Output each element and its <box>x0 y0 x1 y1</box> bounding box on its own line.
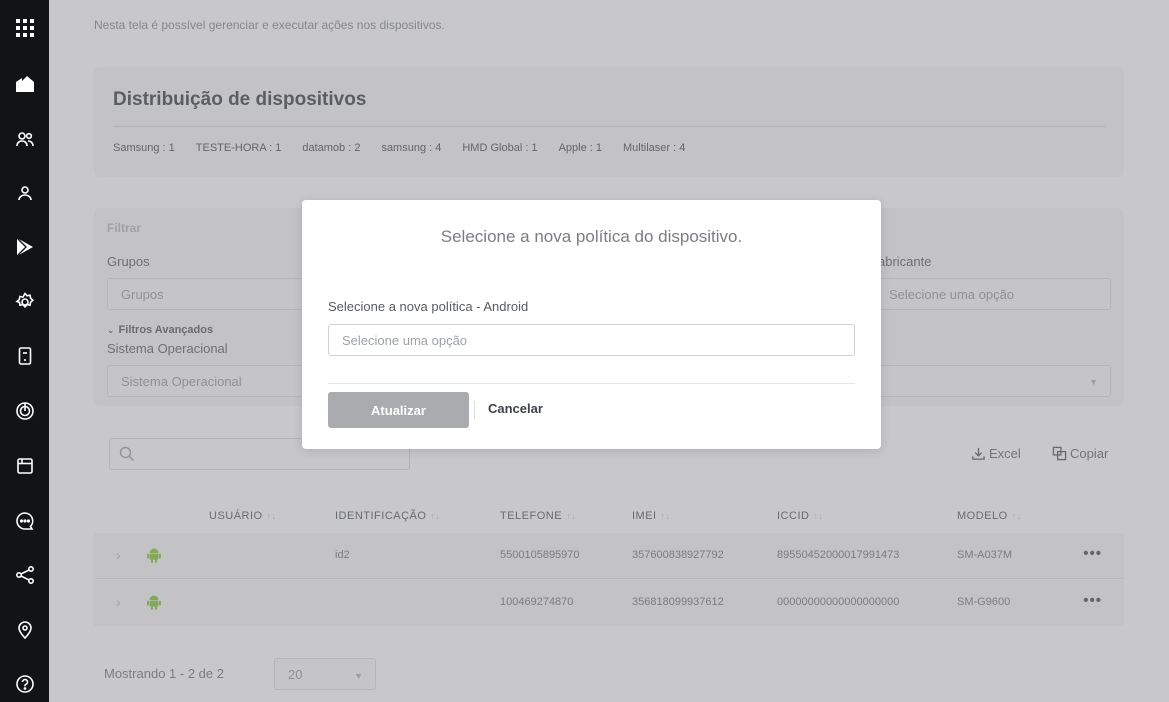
user-icon[interactable] <box>0 178 49 208</box>
calendar-icon[interactable] <box>0 451 49 481</box>
sidebar <box>0 0 49 702</box>
modal-title: Selecione a nova política do dispositivo… <box>440 227 743 246</box>
update-button[interactable]: Atualizar <box>328 392 469 428</box>
map-pin-icon[interactable] <box>0 615 49 645</box>
help-icon[interactable] <box>0 669 49 699</box>
policy-modal: Selecione a nova política do dispositivo… <box>302 200 881 449</box>
chat-icon[interactable] <box>0 506 49 536</box>
policy-select[interactable]: Selecione uma opção <box>328 324 855 356</box>
settings-icon[interactable] <box>0 287 49 317</box>
location-target-icon[interactable] <box>0 396 49 426</box>
policy-select-label: Selecione a nova política - Android <box>328 299 529 314</box>
share-icon[interactable] <box>0 560 49 590</box>
device-icon[interactable] <box>0 341 49 371</box>
play-store-icon[interactable] <box>0 232 49 262</box>
modal-divider <box>328 383 855 384</box>
button-separator <box>474 401 475 419</box>
apps-grid-icon[interactable] <box>0 13 49 43</box>
company-icon[interactable] <box>0 68 49 98</box>
users-icon[interactable] <box>0 124 49 154</box>
cancel-button[interactable]: Cancelar <box>488 401 543 416</box>
